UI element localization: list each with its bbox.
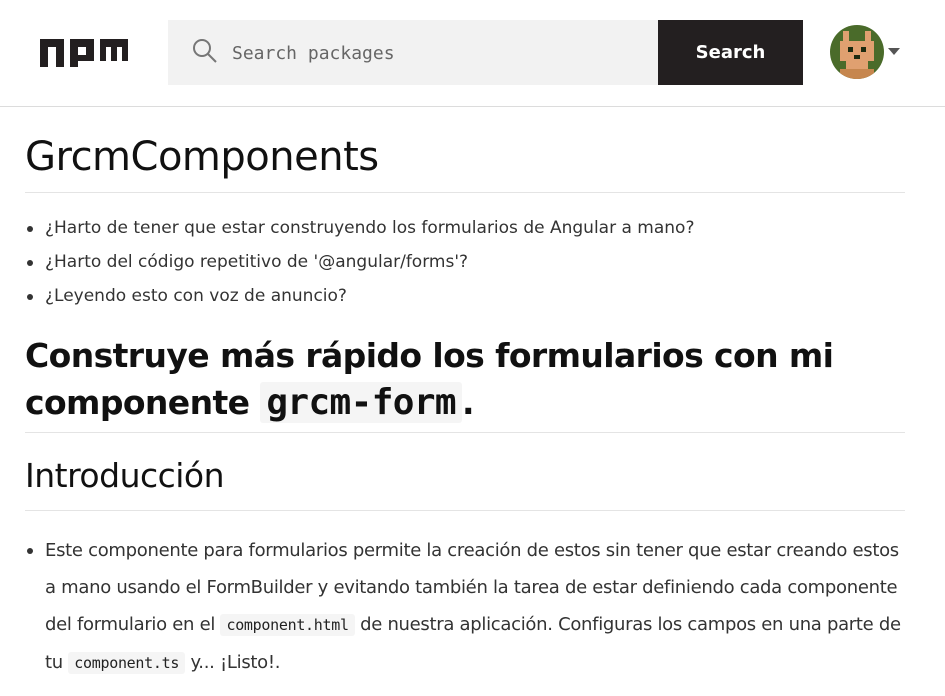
search-button[interactable]: Search: [658, 20, 803, 85]
intro-heading: Introducción: [25, 454, 905, 511]
list-item: ¿Harto del código repetitivo de '@angula…: [25, 250, 905, 284]
inline-code: grcm-form: [260, 382, 462, 423]
intro-list: Este componente para formularios permite…: [25, 532, 905, 682]
list-item: ¿Harto de tener que estar construyendo l…: [25, 216, 905, 250]
intro-text-3: y... ¡Listo!.: [190, 652, 281, 673]
list-item: ¿Leyendo esto con voz de anuncio?: [25, 284, 905, 318]
section-heading: Construye más rápido los formularios con…: [25, 332, 905, 433]
top-header: Search: [0, 0, 945, 107]
inline-code: component.html: [220, 614, 355, 636]
inline-code: component.ts: [68, 652, 186, 674]
package-title: GrcmComponents: [25, 134, 905, 193]
heading-suffix: .: [462, 383, 475, 422]
search-input[interactable]: [230, 32, 644, 74]
search-box: [168, 20, 658, 85]
search-icon: [193, 39, 217, 63]
caret-down-icon[interactable]: [888, 48, 900, 56]
list-item: Este componente para formularios permite…: [25, 532, 905, 682]
avatar[interactable]: [830, 25, 884, 79]
npm-logo[interactable]: [40, 39, 128, 67]
feature-list: ¿Harto de tener que estar construyendo l…: [25, 216, 905, 318]
pixel-fox-avatar-icon: [830, 25, 884, 79]
